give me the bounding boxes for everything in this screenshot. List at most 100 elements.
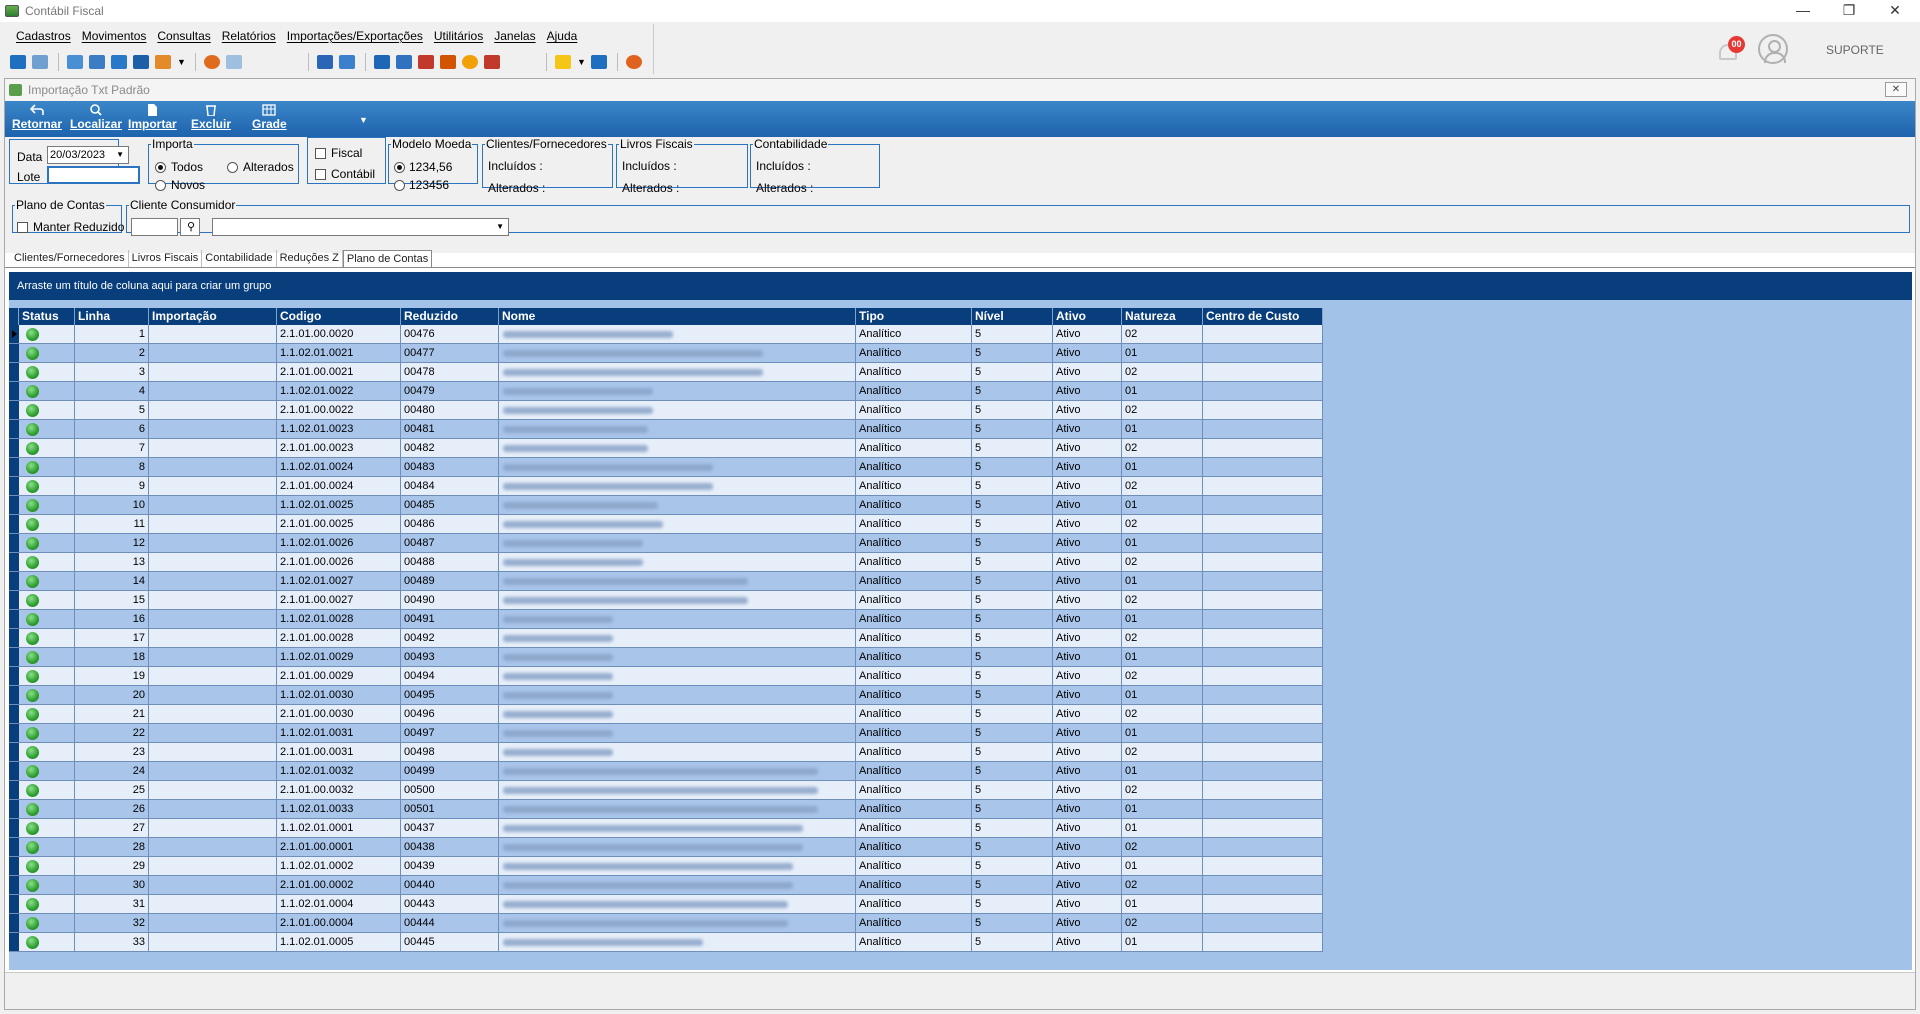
cell-codigo[interactable]: 2.1.01.00.0026 — [277, 553, 401, 572]
cell-importacao[interactable] — [149, 458, 277, 477]
import-window-close-button[interactable]: ✕ — [1885, 82, 1907, 97]
cell-codigo[interactable]: 1.1.02.01.0002 — [277, 857, 401, 876]
cell-linha[interactable]: 16 — [75, 610, 149, 629]
cell-centro[interactable] — [1203, 610, 1323, 629]
cell-status[interactable] — [19, 838, 75, 857]
cell-reduzido[interactable]: 00497 — [401, 724, 499, 743]
table-row[interactable]: 2 1.1.02.01.0021 00477 Analítico 5 Ativo 01 — [9, 344, 1323, 363]
cell-reduzido[interactable]: 00498 — [401, 743, 499, 762]
cell-natureza[interactable]: 01 — [1122, 382, 1203, 401]
cell-linha[interactable]: 30 — [75, 876, 149, 895]
menu-consultas[interactable]: Consultas — [151, 29, 215, 43]
calendar-icon[interactable] — [396, 55, 412, 69]
cell-tipo[interactable]: Analítico — [856, 800, 972, 819]
excluir-button[interactable]: Excluir — [191, 104, 231, 131]
cell-nome[interactable] — [499, 838, 856, 857]
cell-natureza[interactable]: 01 — [1122, 686, 1203, 705]
grade-button[interactable]: Grade — [252, 104, 287, 131]
cell-ativo[interactable]: Ativo — [1053, 781, 1122, 800]
cell-tipo[interactable]: Analítico — [856, 382, 972, 401]
contabil-checkbox[interactable] — [315, 169, 326, 180]
menu-importacoes[interactable]: Importações/Exportações — [281, 29, 428, 43]
power-icon[interactable] — [626, 55, 642, 69]
cell-natureza[interactable]: 02 — [1122, 591, 1203, 610]
cell-status[interactable] — [19, 781, 75, 800]
cell-nivel[interactable]: 5 — [972, 648, 1053, 667]
cell-centro[interactable] — [1203, 534, 1323, 553]
cell-centro[interactable] — [1203, 857, 1323, 876]
cell-nome[interactable] — [499, 553, 856, 572]
table-row[interactable]: 24 1.1.02.01.0032 00499 Analítico 5 Ativo 01 — [9, 762, 1323, 781]
cell-natureza[interactable]: 01 — [1122, 534, 1203, 553]
cell-natureza[interactable]: 01 — [1122, 610, 1203, 629]
bell-icon[interactable]: 00 — [1715, 36, 1745, 66]
cell-reduzido[interactable]: 00484 — [401, 477, 499, 496]
cell-nome[interactable] — [499, 439, 856, 458]
cell-linha[interactable]: 14 — [75, 572, 149, 591]
table-row[interactable]: 32 2.1.01.00.0004 00444 Analítico 5 Ativo 02 — [9, 914, 1323, 933]
calendar-30-icon[interactable] — [418, 55, 434, 69]
cell-linha[interactable]: 13 — [75, 553, 149, 572]
report-icon[interactable] — [374, 55, 390, 69]
cell-nivel[interactable]: 5 — [972, 895, 1053, 914]
row-selector[interactable] — [9, 401, 19, 420]
cell-tipo[interactable]: Analítico — [856, 724, 972, 743]
cell-linha[interactable]: 11 — [75, 515, 149, 534]
cell-reduzido[interactable]: 00439 — [401, 857, 499, 876]
cell-importacao[interactable] — [149, 477, 277, 496]
cell-importacao[interactable] — [149, 572, 277, 591]
cell-centro[interactable] — [1203, 515, 1323, 534]
cell-reduzido[interactable]: 00444 — [401, 914, 499, 933]
table-row[interactable]: 27 1.1.02.01.0001 00437 Analítico 5 Ativo 01 — [9, 819, 1323, 838]
table-row[interactable]: 26 1.1.02.01.0033 00501 Analítico 5 Ativo 01 — [9, 800, 1323, 819]
table-row[interactable]: 7 2.1.01.00.0023 00482 Analítico 5 Ativo 02 — [9, 439, 1323, 458]
cell-natureza[interactable]: 02 — [1122, 439, 1203, 458]
cell-ativo[interactable]: Ativo — [1053, 325, 1122, 344]
cell-tipo[interactable]: Analítico — [856, 591, 972, 610]
cell-ativo[interactable]: Ativo — [1053, 914, 1122, 933]
user-name[interactable]: SUPORTE — [1826, 43, 1884, 57]
cell-status[interactable] — [19, 629, 75, 648]
cell-ativo[interactable]: Ativo — [1053, 515, 1122, 534]
cell-nivel[interactable]: 5 — [972, 534, 1053, 553]
search-icon[interactable]: ⚲ — [180, 218, 200, 236]
table-row[interactable]: 20 1.1.02.01.0030 00495 Analítico 5 Ativo 01 — [9, 686, 1323, 705]
cell-nivel[interactable]: 5 — [972, 819, 1053, 838]
cell-tipo[interactable]: Analítico — [856, 838, 972, 857]
cell-status[interactable] — [19, 572, 75, 591]
tab-reducoes-z[interactable]: Reduções Z — [277, 250, 343, 268]
cell-nome[interactable] — [499, 686, 856, 705]
cell-nome[interactable] — [499, 895, 856, 914]
cell-status[interactable] — [19, 667, 75, 686]
cell-centro[interactable] — [1203, 553, 1323, 572]
cell-linha[interactable]: 24 — [75, 762, 149, 781]
cell-linha[interactable]: 4 — [75, 382, 149, 401]
cell-nivel[interactable]: 5 — [972, 705, 1053, 724]
cell-ativo[interactable]: Ativo — [1053, 876, 1122, 895]
cell-nome[interactable] — [499, 534, 856, 553]
row-selector[interactable] — [9, 914, 19, 933]
cell-tipo[interactable]: Analítico — [856, 477, 972, 496]
cell-codigo[interactable]: 1.1.02.01.0031 — [277, 724, 401, 743]
table-row[interactable]: 1 2.1.01.00.0020 00476 Analítico 5 Ativo 02 — [9, 325, 1323, 344]
column-header[interactable]: Tipo — [856, 308, 972, 325]
cell-tipo[interactable]: Analítico — [856, 895, 972, 914]
cell-reduzido[interactable]: 00490 — [401, 591, 499, 610]
menu-janelas[interactable]: Janelas — [488, 29, 540, 43]
cell-reduzido[interactable]: 00494 — [401, 667, 499, 686]
cell-nivel[interactable]: 5 — [972, 800, 1053, 819]
cell-ativo[interactable]: Ativo — [1053, 857, 1122, 876]
cell-ativo[interactable]: Ativo — [1053, 496, 1122, 515]
row-selector[interactable] — [9, 591, 19, 610]
tab-plano-de-contas[interactable]: Plano de Contas — [342, 250, 433, 268]
cell-importacao[interactable] — [149, 724, 277, 743]
cell-tipo[interactable]: Analítico — [856, 819, 972, 838]
cell-nivel[interactable]: 5 — [972, 477, 1053, 496]
cell-importacao[interactable] — [149, 876, 277, 895]
chevron-down-icon[interactable]: ▼ — [496, 219, 504, 235]
cell-natureza[interactable]: 02 — [1122, 629, 1203, 648]
cell-status[interactable] — [19, 515, 75, 534]
row-selector[interactable] — [9, 705, 19, 724]
table-row[interactable]: 22 1.1.02.01.0031 00497 Analítico 5 Ativo 01 — [9, 724, 1323, 743]
menu-ajuda[interactable]: Ajuda — [541, 29, 583, 43]
